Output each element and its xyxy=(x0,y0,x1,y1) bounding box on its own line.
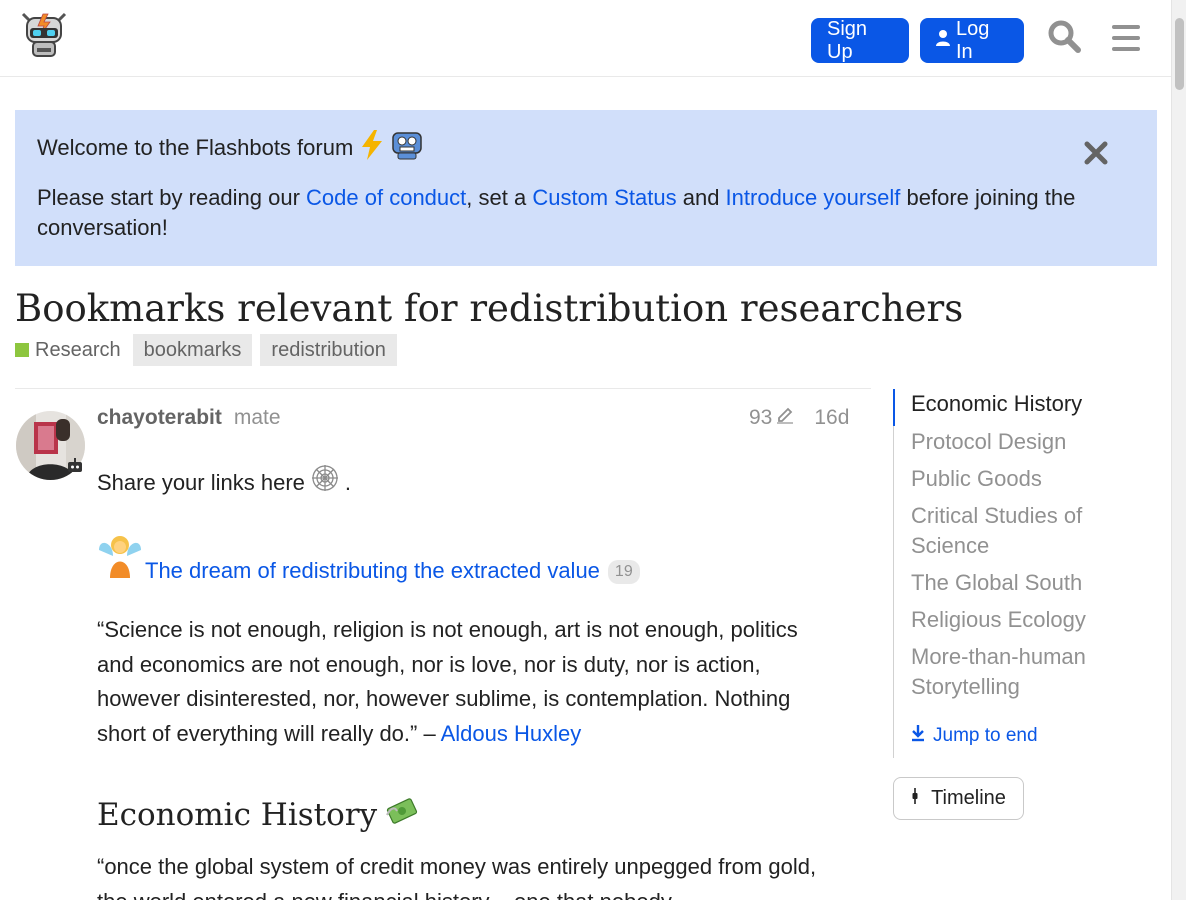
site-header: Sign Up Log In xyxy=(0,0,1171,77)
tag-redistribution[interactable]: redistribution xyxy=(260,334,397,366)
aldous-huxley-link[interactable]: Aldous Huxley xyxy=(441,721,582,746)
topic-category-row: Research bookmarks redistribution xyxy=(15,334,397,366)
search-icon[interactable] xyxy=(1046,18,1086,58)
robot-badge-icon xyxy=(66,458,84,474)
dream-redistribution-link[interactable]: The dream of redistributing the extracte… xyxy=(145,554,600,589)
spider-web-icon xyxy=(311,464,339,503)
banner-welcome-text: Welcome to the Flashbots forum xyxy=(37,135,354,160)
banner-desc-mid2: and xyxy=(676,185,726,210)
fairy-icon xyxy=(97,532,143,589)
banner-desc-pre: Please start by reading our xyxy=(37,185,307,210)
pencil-icon xyxy=(776,406,794,430)
banner-desc-mid1: , set a xyxy=(466,185,533,210)
page-scrollbar[interactable] xyxy=(1171,0,1186,900)
toc-active-indicator xyxy=(893,389,895,426)
close-icon[interactable] xyxy=(1083,140,1109,166)
edit-history[interactable]: 93 xyxy=(749,406,794,430)
toc-item-critical-studies[interactable]: Critical Studies of Science xyxy=(911,501,1121,561)
site-logo[interactable] xyxy=(21,12,67,62)
log-in-button[interactable]: Log In xyxy=(920,18,1024,63)
post-age[interactable]: 16d xyxy=(814,406,849,430)
post-divider xyxy=(15,388,871,389)
custom-status-link[interactable]: Custom Status xyxy=(532,185,676,210)
hamburger-menu-icon[interactable] xyxy=(1106,18,1146,58)
scrollbar-thumb[interactable] xyxy=(1175,18,1184,90)
table-of-contents: Economic History Protocol Design Public … xyxy=(893,389,1133,758)
toc-item-more-than-human[interactable]: More-than-human Storytelling xyxy=(911,642,1121,702)
toc-item-religious-ecology[interactable]: Religious Ecology xyxy=(911,605,1121,635)
share-text: Share your links here xyxy=(97,470,305,495)
edit-count: 93 xyxy=(749,406,773,429)
timeline-label: Timeline xyxy=(931,787,1006,809)
jump-to-end-link[interactable]: Jump to end xyxy=(911,724,1038,748)
post-meta: 93 16d xyxy=(749,406,849,430)
sign-up-button[interactable]: Sign Up xyxy=(811,18,909,63)
huxley-quote: “Science is not enough, religion is not … xyxy=(97,613,827,751)
welcome-banner: Welcome to the Flashbots forum Please st… xyxy=(15,110,1157,266)
user-title: mate xyxy=(233,406,281,429)
linked-topic: The dream of redistributing the extracte… xyxy=(97,532,640,589)
robot-icon xyxy=(391,130,423,166)
heading-text: Economic History xyxy=(97,797,378,833)
timeline-button[interactable]: Timeline xyxy=(893,777,1024,820)
arrow-down-to-line-icon xyxy=(911,724,925,748)
money-with-wings-icon xyxy=(385,795,419,835)
section-heading-economic-history: Economic History xyxy=(97,795,419,835)
username[interactable]: chayoterabit xyxy=(97,406,222,430)
timeline-icon xyxy=(911,787,919,811)
toc-item-public-goods[interactable]: Public Goods xyxy=(911,464,1121,494)
jump-to-end-label: Jump to end xyxy=(933,725,1038,746)
user-icon xyxy=(936,29,950,52)
share-end: . xyxy=(344,470,352,495)
introduce-yourself-link[interactable]: Introduce yourself xyxy=(726,185,901,210)
toc-item-economic-history[interactable]: Economic History xyxy=(911,389,1121,419)
post-author: chayoterabit mate xyxy=(97,406,281,430)
category-badge[interactable]: Research xyxy=(15,339,121,362)
tag-bookmarks[interactable]: bookmarks xyxy=(132,334,253,366)
banner-welcome: Welcome to the Flashbots forum xyxy=(37,130,423,166)
share-paragraph: Share your links here . xyxy=(97,464,351,503)
category-color-swatch xyxy=(15,343,29,357)
toc-item-global-south[interactable]: The Global South xyxy=(911,568,1121,598)
banner-description: Please start by reading our Code of cond… xyxy=(37,183,1127,243)
link-click-count: 19 xyxy=(607,559,640,584)
topic-title[interactable]: Bookmarks relevant for redistribution re… xyxy=(15,287,963,330)
category-label: Research xyxy=(35,338,121,361)
lightning-icon xyxy=(359,130,385,166)
toc-item-protocol-design[interactable]: Protocol Design xyxy=(911,427,1121,457)
code-of-conduct-link[interactable]: Code of conduct xyxy=(306,185,466,210)
credit-money-quote: “once the global system of credit money … xyxy=(97,854,817,900)
log-in-label: Log In xyxy=(956,17,990,63)
